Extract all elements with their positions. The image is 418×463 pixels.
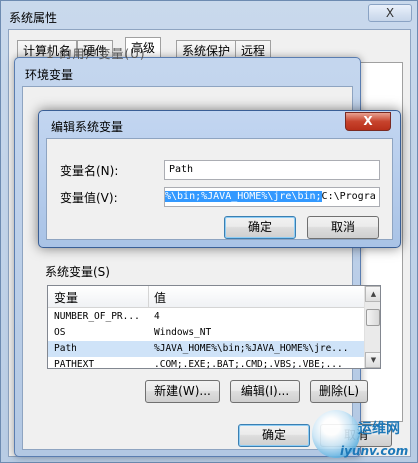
edit-ok-button[interactable]: 确定 [224,216,296,239]
scroll-thumb[interactable] [366,309,380,326]
edit-system-variable-dialog: 编辑系统变量 X 变量名(N): Path 变量值(V): %\bin;%JAV… [38,110,401,248]
variable-value-selected-text: %\bin;%JAVA_HOME%\jre\bin; [165,191,322,202]
row-name: PATHEXT [54,359,95,369]
variable-name-value: Path [169,164,194,175]
watermark-brand-en: iyunv.com [340,444,409,458]
vertical-scrollbar[interactable]: ▲ ▼ [364,286,380,368]
edit-variable-button[interactable]: 编辑(I)... [230,380,300,403]
delete-variable-button[interactable]: 删除(L) [310,380,368,403]
column-divider[interactable] [148,286,149,308]
row-value: .COM;.EXE;.BAT;.CMD;.VBS;.VBE;... [154,359,343,369]
column-header-variable[interactable]: 变量 [54,289,78,306]
system-variables-table[interactable]: 变量 值 NUMBER_OF_PR... 4 OS Windows_NT Pat… [47,285,381,369]
scroll-up-icon[interactable]: ▲ [365,286,380,302]
variable-value-text: C:\Progra [321,191,376,202]
table-row-selected[interactable]: Path %JAVA_HOME%\bin;%JAVA_HOME%\jre... [48,341,364,357]
table-row[interactable]: OS Windows_NT [48,325,364,341]
edit-dialog-body: 变量名(N): Path 变量值(V): %\bin;%JAVA_HOME%\j… [46,138,393,240]
scroll-down-icon[interactable]: ▼ [365,352,380,368]
row-value: %JAVA_HOME%\bin;%JAVA_HOME%\jre... [154,343,349,354]
row-name: Path [54,343,77,354]
table-row[interactable]: NUMBER_OF_PR... 4 [48,309,364,325]
column-header-value[interactable]: 值 [154,289,166,306]
environment-variables-title: 环境变量 [25,68,74,82]
variable-name-label: 变量名(N): [60,164,119,178]
row-value: 4 [154,311,160,322]
table-row[interactable]: PATHEXT .COM;.EXE;.BAT;.CMD;.VBS;.VBE;..… [48,357,364,369]
env-ok-button[interactable]: 确定 [238,424,310,447]
watermark-brand-cn: 运维网 [358,421,400,437]
system-properties-close-button[interactable]: X [368,4,412,22]
new-variable-button[interactable]: 新建(W)... [145,380,220,403]
edit-dialog-title: 编辑系统变量 [51,120,124,134]
row-name: NUMBER_OF_PR... [54,311,140,322]
edit-cancel-button[interactable]: 取消 [307,216,379,239]
variable-name-field[interactable]: Path [164,160,380,180]
row-value: Windows_NT [154,327,212,338]
system-properties-title: 系统属性 [9,11,58,25]
edit-dialog-close-button[interactable]: X [345,112,391,131]
row-name: OS [54,327,66,338]
system-variables-label: 系统变量(S) [45,265,110,279]
variable-value-label: 变量值(V): [60,191,118,205]
user-variables-label: 1 的用户变量(U) [46,47,146,61]
variable-value-field[interactable]: %\bin;%JAVA_HOME%\jre\bin;C:\Progra [164,187,380,207]
table-header: 变量 值 [48,286,364,308]
